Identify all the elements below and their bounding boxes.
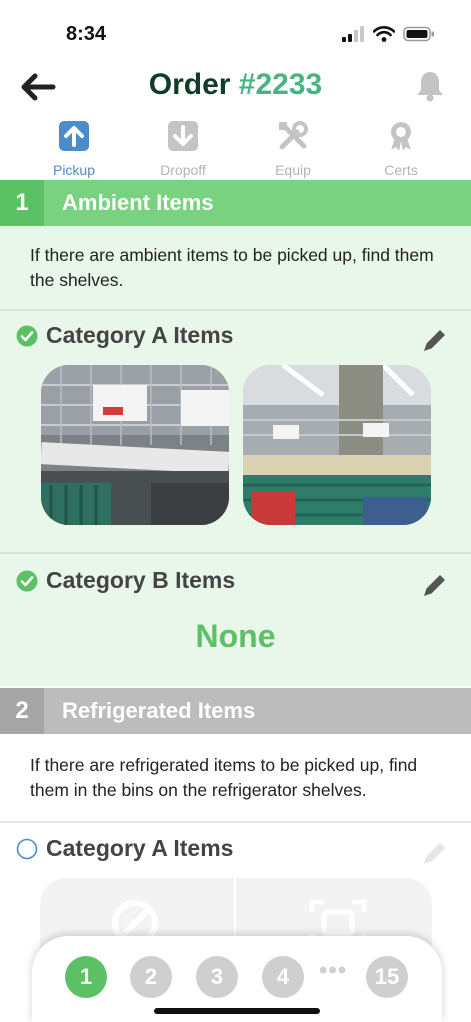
- category-title: Category A Items: [46, 835, 234, 861]
- page-button-last[interactable]: 15: [366, 956, 408, 998]
- shelf-photo-1-image: [41, 365, 229, 525]
- bell-icon[interactable]: [415, 70, 445, 102]
- category-a-row: Category A Items: [16, 322, 233, 349]
- upload-arrow-icon: [59, 121, 89, 151]
- section-1-description: If there are ambient items to be picked …: [30, 245, 434, 290]
- pencil-icon[interactable]: [421, 326, 449, 354]
- tab-equip[interactable]: Equip: [248, 118, 338, 178]
- section-2-description: If there are refrigerated items to be pi…: [30, 755, 418, 800]
- page-button-2[interactable]: 2: [130, 956, 172, 998]
- category-title: Category B Items: [46, 567, 236, 593]
- status-bar: 8:34: [0, 0, 471, 58]
- download-arrow-icon: [168, 121, 198, 151]
- divider: [0, 821, 471, 823]
- divider: [0, 309, 471, 311]
- check-circle-icon: [16, 570, 38, 591]
- page-navigator: 1 2 3 4 ••• 15: [32, 936, 442, 1022]
- page-button-1[interactable]: 1: [65, 956, 107, 998]
- wifi-icon: [373, 26, 395, 42]
- shelf-photo-2-image: [243, 365, 431, 525]
- tab-dropoff[interactable]: Dropoff: [138, 118, 228, 178]
- category-a-row: Category A Items: [16, 835, 233, 862]
- page-button-4[interactable]: 4: [262, 956, 304, 998]
- tab-pickup-label: Pickup: [52, 162, 96, 178]
- status-icons: [341, 26, 435, 42]
- category-b-row: Category B Items: [16, 567, 235, 594]
- tab-bar: Pickup Dropoff Equip Certs: [0, 118, 471, 178]
- status-time: 8:34: [66, 23, 107, 45]
- section-2-header: 2 Refrigerated Items: [0, 688, 471, 734]
- category-title: Category A Items: [46, 322, 234, 348]
- shelf-photo-2[interactable]: [243, 365, 431, 525]
- order-label: Order: [148, 68, 239, 101]
- section-title: Ambient Items: [62, 190, 214, 215]
- pencil-icon: [424, 843, 445, 864]
- check-circle-icon: [16, 325, 38, 346]
- shelf-photo-1[interactable]: [41, 365, 229, 525]
- battery-icon: [403, 26, 434, 42]
- signal-icon: [342, 26, 364, 42]
- photo-strip: [0, 365, 471, 527]
- section-title: Refrigerated Items: [62, 698, 256, 723]
- tab-pickup[interactable]: Pickup: [29, 118, 119, 178]
- tab-equip-label: Equip: [275, 162, 311, 178]
- section-number: 1: [0, 180, 44, 226]
- tab-certs-label: Certs: [384, 162, 418, 178]
- section-1-header: 1 Ambient Items: [0, 180, 471, 226]
- order-number: #2233: [238, 68, 323, 101]
- divider: [0, 552, 471, 554]
- page-ellipsis: •••: [319, 957, 348, 984]
- certificate-icon: [391, 122, 411, 151]
- header: Order #2233: [0, 58, 471, 116]
- page-title: Order #2233: [0, 68, 471, 102]
- page-button-3[interactable]: 3: [196, 956, 238, 998]
- pencil-icon[interactable]: [421, 571, 449, 599]
- section-number: 2: [0, 688, 44, 734]
- empty-circle-icon[interactable]: [16, 838, 38, 860]
- tab-certs[interactable]: Certs: [356, 118, 446, 178]
- empty-state-text: None: [195, 618, 276, 654]
- home-indicator: [154, 1008, 320, 1014]
- tools-icon: [279, 121, 308, 150]
- tab-dropoff-label: Dropoff: [160, 162, 206, 178]
